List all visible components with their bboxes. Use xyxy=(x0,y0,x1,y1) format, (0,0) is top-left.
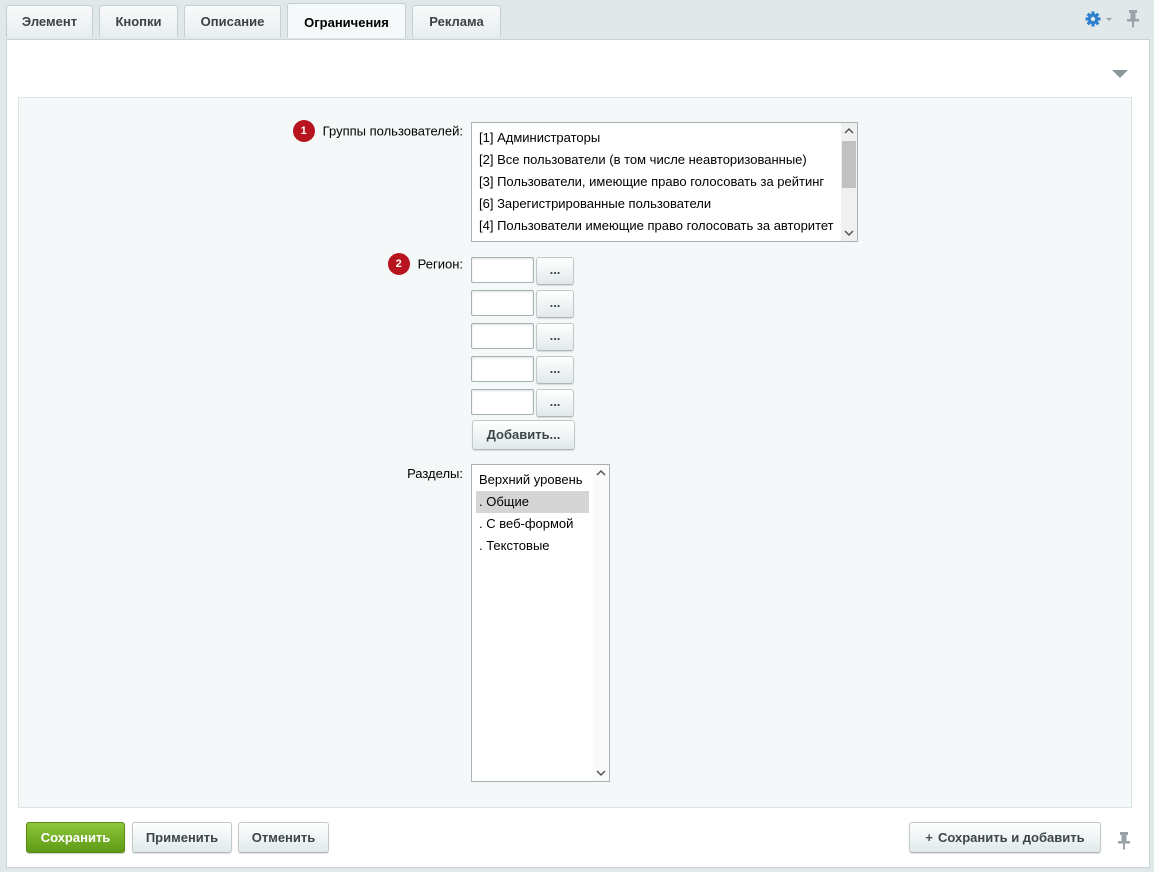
region-input[interactable] xyxy=(471,323,534,349)
triangle-down-icon[interactable] xyxy=(1111,68,1129,80)
list-item[interactable]: [4] Пользователи имеющие право голосоват… xyxy=(472,215,857,237)
hint-badge: 1 xyxy=(292,120,315,142)
scrollbar[interactable] xyxy=(841,123,857,241)
tab-restrictions[interactable]: Ограничения xyxy=(287,3,406,38)
region-select-button[interactable]: ... xyxy=(536,290,574,318)
region-select-button[interactable]: ... xyxy=(536,323,574,351)
list-item-selected[interactable]: . Общие xyxy=(476,491,589,513)
scroll-up-icon[interactable] xyxy=(841,123,857,139)
tab-element[interactable]: Элемент xyxy=(6,5,93,37)
hint-badge: 2 xyxy=(387,253,410,275)
list-item[interactable]: [2] Все пользователи (в том числе неавто… xyxy=(472,149,857,171)
list-item[interactable]: . Текстовые xyxy=(472,535,589,557)
cancel-button[interactable]: Отменить xyxy=(238,822,329,853)
save-and-add-button[interactable]: + Сохранить и добавить xyxy=(909,822,1101,853)
list-item[interactable]: [6] Зарегистрированные пользователи xyxy=(472,193,857,215)
region-select-button[interactable]: ... xyxy=(536,389,574,417)
apply-button[interactable]: Применить xyxy=(132,822,232,853)
tab-content-panel: 1 Группы пользователей: [1] Администратор… xyxy=(6,39,1150,868)
top-toolbar xyxy=(1084,9,1140,29)
restrictions-form: 1 Группы пользователей: [1] Администратор… xyxy=(18,97,1132,808)
region-label: 2 Регион: xyxy=(387,253,463,275)
scroll-thumb[interactable] xyxy=(842,141,856,188)
list-item[interactable]: . С веб-формой xyxy=(472,513,589,535)
admin-edit-page: Элемент Кнопки Описание Ограничения Рекл… xyxy=(0,0,1154,872)
list-item[interactable]: [3] Пользователи, имеющие право голосова… xyxy=(472,171,857,193)
region-input[interactable] xyxy=(471,290,534,316)
user-groups-label: 1 Группы пользователей: xyxy=(292,120,463,142)
region-select-button[interactable]: ... xyxy=(536,257,574,285)
save-button[interactable]: Сохранить xyxy=(26,822,125,853)
tab-description[interactable]: Описание xyxy=(184,5,281,37)
plus-icon: + xyxy=(925,830,933,845)
pin-icon[interactable] xyxy=(1126,9,1140,29)
user-groups-listbox[interactable]: [1] Администраторы [2] Все пользователи … xyxy=(471,122,858,242)
pin-icon[interactable] xyxy=(1117,831,1131,851)
sections-label: Разделы: xyxy=(407,466,463,482)
scroll-down-icon[interactable] xyxy=(841,225,857,241)
scroll-up-icon[interactable] xyxy=(593,465,609,481)
list-item[interactable]: Верхний уровень xyxy=(472,469,589,491)
region-input[interactable] xyxy=(471,356,534,382)
region-input[interactable] xyxy=(471,257,534,283)
region-input[interactable] xyxy=(471,389,534,415)
list-item[interactable]: [1] Администраторы xyxy=(472,127,857,149)
scrollbar[interactable] xyxy=(593,465,609,781)
add-region-button[interactable]: Добавить... xyxy=(472,420,575,450)
region-select-button[interactable]: ... xyxy=(536,356,574,384)
tab-buttons[interactable]: Кнопки xyxy=(99,5,178,37)
sections-listbox[interactable]: Верхний уровень . Общие . С веб-формой .… xyxy=(471,464,610,782)
gear-icon[interactable] xyxy=(1084,9,1114,29)
tab-advertising[interactable]: Реклама xyxy=(412,5,501,37)
scroll-down-icon[interactable] xyxy=(593,765,609,781)
